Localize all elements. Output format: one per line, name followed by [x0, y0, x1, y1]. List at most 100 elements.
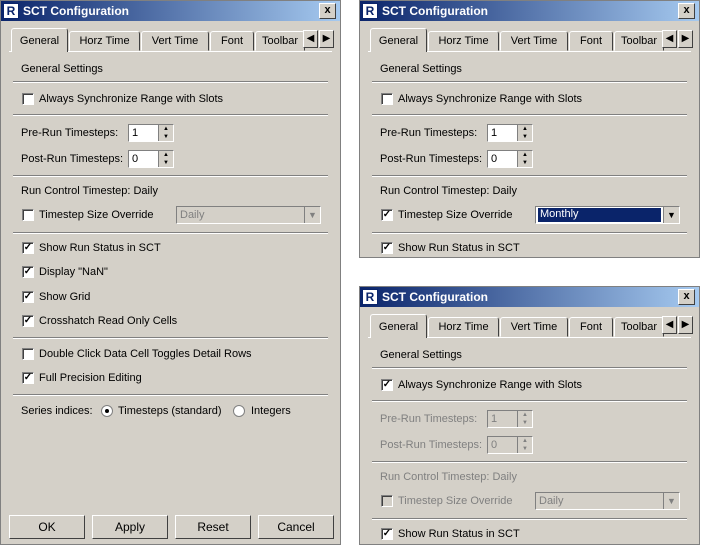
tab-scroll-right-icon[interactable]: ▶	[319, 30, 334, 48]
post-run-spinner[interactable]: 0 ▲ ▼	[487, 150, 533, 168]
always-sync-checkbox[interactable]: ✓	[381, 379, 393, 391]
spinner-arrows-icon[interactable]: ▲ ▼	[517, 151, 532, 167]
divider	[372, 518, 687, 520]
post-run-label: Post-Run Timesteps:	[21, 153, 124, 165]
pre-run-spinner: 1 ▲ ▼	[487, 410, 533, 428]
spinner-arrows-icon[interactable]: ▲ ▼	[158, 125, 173, 141]
tab-scroll-right-icon[interactable]: ▶	[678, 316, 693, 334]
tab-general[interactable]: General	[11, 28, 68, 52]
title-bar[interactable]: R SCT Configuration x	[360, 1, 699, 21]
show-run-status-label: Show Run Status in SCT	[398, 528, 520, 540]
full-precision-label: Full Precision Editing	[39, 372, 142, 384]
tab-toolbar[interactable]: Toolbar	[255, 31, 305, 51]
post-run-value: 0	[491, 439, 498, 451]
app-logo-icon: R	[362, 3, 378, 19]
show-run-status-checkbox[interactable]: ✓	[22, 242, 34, 254]
tab-font[interactable]: Font	[210, 31, 254, 51]
tab-vert-time[interactable]: Vert Time	[500, 31, 568, 51]
pre-run-spinner[interactable]: 1 ▲ ▼	[487, 124, 533, 142]
always-sync-checkbox[interactable]	[381, 93, 393, 105]
cancel-button[interactable]: Cancel	[258, 515, 334, 539]
title-bar[interactable]: R SCT Configuration x	[1, 1, 340, 21]
radio-timesteps[interactable]	[101, 405, 113, 417]
divider	[372, 461, 687, 463]
divider	[13, 337, 328, 339]
sct-config-dialog-synced: R SCT Configuration x General Horz Time …	[359, 286, 700, 545]
app-logo-icon: R	[3, 3, 19, 19]
display-nan-label: Display "NaN"	[39, 266, 108, 278]
spinner-arrows-icon[interactable]: ▲ ▼	[158, 151, 173, 167]
tab-scroll-right-icon[interactable]: ▶	[678, 30, 693, 48]
display-nan-checkbox[interactable]: ✓	[22, 266, 34, 278]
timestep-override-dropdown[interactable]: Daily ▼	[176, 206, 321, 224]
show-run-status-checkbox[interactable]: ✓	[381, 528, 393, 540]
always-sync-label: Always Synchronize Range with Slots	[398, 93, 583, 105]
chevron-down-icon[interactable]: ▼	[304, 207, 320, 223]
full-precision-checkbox[interactable]: ✓	[22, 372, 34, 384]
divider	[372, 367, 687, 369]
dialog-title: SCT Configuration	[382, 4, 488, 18]
show-run-status-checkbox[interactable]: ✓	[381, 242, 393, 254]
ok-button[interactable]: OK	[9, 515, 85, 539]
divider	[13, 81, 328, 83]
close-button[interactable]: x	[678, 289, 695, 305]
run-control-timestep: Run Control Timestep: Daily	[21, 185, 158, 197]
tab-horz-time[interactable]: Horz Time	[428, 31, 499, 51]
tab-font[interactable]: Font	[569, 31, 613, 51]
double-click-label: Double Click Data Cell Toggles Detail Ro…	[39, 348, 252, 360]
series-indices-label: Series indices:	[21, 405, 93, 417]
tab-general[interactable]: General	[370, 314, 427, 338]
tab-toolbar[interactable]: Toolbar	[614, 31, 664, 51]
tab-font[interactable]: Font	[569, 317, 613, 337]
divider	[372, 81, 687, 83]
spinner-arrows-icon: ▲ ▼	[517, 411, 532, 427]
timestep-override-checkbox[interactable]: ✓	[381, 209, 393, 221]
pre-run-label: Pre-Run Timesteps:	[380, 413, 478, 425]
post-run-spinner: 0 ▲ ▼	[487, 436, 533, 454]
divider	[13, 394, 328, 396]
pre-run-label: Pre-Run Timesteps:	[380, 127, 478, 139]
timestep-override-label: Timestep Size Override	[398, 495, 513, 507]
chevron-down-icon: ▼	[663, 493, 679, 509]
crosshatch-label: Crosshatch Read Only Cells	[39, 315, 178, 327]
post-run-spinner[interactable]: 0 ▲ ▼	[128, 150, 174, 168]
tab-horz-time[interactable]: Horz Time	[69, 31, 140, 51]
timestep-override-dropdown: Daily ▼	[535, 492, 680, 510]
radio-integers[interactable]	[233, 405, 245, 417]
divider	[13, 114, 328, 116]
dropdown-value: Monthly	[538, 208, 661, 222]
dropdown-value: Daily	[180, 209, 205, 221]
always-sync-label: Always Synchronize Range with Slots	[39, 93, 224, 105]
tab-scroll-left-icon[interactable]: ◀	[662, 30, 677, 48]
dialog-title: SCT Configuration	[23, 4, 129, 18]
tab-vert-time[interactable]: Vert Time	[500, 317, 568, 337]
timestep-override-dropdown[interactable]: Monthly ▼	[535, 206, 680, 224]
tab-scroll-left-icon[interactable]: ◀	[303, 30, 318, 48]
apply-button[interactable]: Apply	[92, 515, 168, 539]
timestep-override-label: Timestep Size Override	[39, 209, 154, 221]
tab-scroll-left-icon[interactable]: ◀	[662, 316, 677, 334]
tab-toolbar[interactable]: Toolbar	[614, 317, 664, 337]
app-logo-icon: R	[362, 289, 378, 305]
sct-config-dialog-override: R SCT Configuration x General Horz Time …	[359, 0, 700, 258]
tab-general[interactable]: General	[370, 28, 427, 52]
pre-run-value: 1	[132, 127, 139, 139]
chevron-down-icon[interactable]: ▼	[663, 207, 679, 223]
double-click-checkbox[interactable]	[22, 348, 34, 360]
reset-button[interactable]: Reset	[175, 515, 251, 539]
timestep-override-checkbox[interactable]	[22, 209, 34, 221]
pre-run-spinner[interactable]: 1 ▲ ▼	[128, 124, 174, 142]
timestep-override-label: Timestep Size Override	[398, 209, 513, 221]
tab-horz-time[interactable]: Horz Time	[428, 317, 499, 337]
title-bar[interactable]: R SCT Configuration x	[360, 287, 699, 307]
spinner-arrows-icon[interactable]: ▲ ▼	[517, 125, 532, 141]
close-button[interactable]: x	[678, 3, 695, 19]
tab-vert-time[interactable]: Vert Time	[141, 31, 209, 51]
divider	[372, 175, 687, 177]
always-sync-label: Always Synchronize Range with Slots	[398, 379, 583, 391]
crosshatch-checkbox[interactable]: ✓	[22, 315, 34, 327]
always-sync-checkbox[interactable]	[22, 93, 34, 105]
divider	[372, 232, 687, 234]
close-button[interactable]: x	[319, 3, 336, 19]
show-grid-checkbox[interactable]: ✓	[22, 291, 34, 303]
